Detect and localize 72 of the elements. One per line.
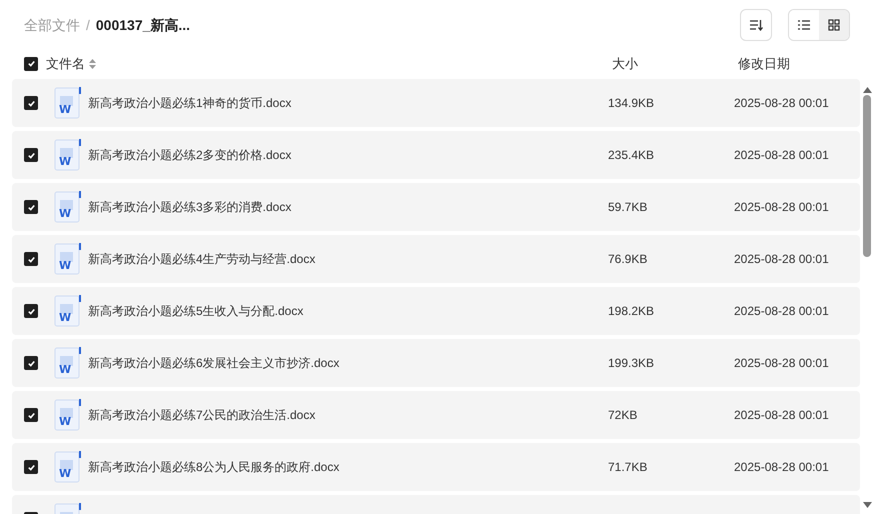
file-row[interactable]: W 新高考政治小题必练1神奇的货币.docx 134.9KB 2025-08-28 00:01 (12, 79, 860, 127)
file-row[interactable]: W 新高考政治小题必练4生产劳动与经营.docx 76.9KB 2025-08-28 00:01 (12, 235, 860, 283)
check-icon (26, 202, 36, 212)
checkbox[interactable] (24, 148, 38, 162)
modified-date: 2025-08-28 00:01 (734, 408, 829, 422)
check-icon (26, 150, 36, 160)
modified-date: 2025-08-28 00:01 (734, 96, 829, 110)
list-icon (798, 20, 810, 30)
file-size: 199.3KB (608, 356, 654, 370)
modified-date: 2025-08-28 00:01 (734, 304, 829, 318)
file-name: 新高考政治小题必练7公民的政治生活.docx (88, 408, 316, 422)
modified-date: 2025-08-28 00:01 (734, 200, 829, 214)
check-icon (26, 98, 36, 108)
file-row[interactable]: W 新高考政治小题必练5生收入与分配.docx 198.2KB 2025-08-28 00:01 (12, 287, 860, 335)
grid-view-button[interactable] (819, 10, 849, 40)
modified-date: 2025-08-28 00:01 (734, 356, 829, 370)
sort-arrows-icon[interactable] (89, 58, 96, 68)
checkbox[interactable] (24, 252, 38, 266)
column-header: 修改日期 (738, 54, 790, 73)
check-icon (26, 306, 36, 316)
check-icon (26, 462, 36, 472)
file-row[interactable]: W 新高考政治小题必练8公为人民服务的政府.docx 71.7KB 2025-08-28 00:01 (12, 443, 860, 491)
word-document-icon: W (54, 451, 82, 483)
file-size: 71.7KB (608, 460, 648, 474)
breadcrumb-separator: / (86, 16, 90, 34)
checkbox[interactable] (24, 96, 38, 110)
checkbox[interactable] (24, 408, 38, 422)
column-header: 文件名 (46, 54, 85, 73)
file-row[interactable]: W 新高考政治小题必练6发展社会主义市抄济.docx 199.3KB 2025-08-28 00:01 (12, 339, 860, 387)
file-size: 198.2KB (608, 304, 654, 318)
word-document-icon: W (54, 295, 82, 327)
file-name: 新高考政治小题必练4生产劳动与经营.docx (88, 252, 316, 266)
file-size: 72KB (608, 408, 638, 422)
file-name: 新高考政治小题必练6发展社会主义市抄济.docx (88, 356, 340, 370)
checkbox[interactable] (24, 304, 38, 318)
check-icon (26, 254, 36, 264)
word-document-icon: W (54, 191, 82, 223)
scroll-down-icon[interactable] (862, 502, 872, 508)
word-document-icon: W (54, 243, 82, 275)
sort-icon (749, 19, 763, 31)
modified-date: 2025-08-28 00:01 (734, 252, 829, 266)
column-header: 大小 (612, 54, 638, 73)
file-name: 新高考政治小题必练8公为人民服务的政府.docx (88, 460, 340, 474)
breadcrumb-item[interactable]: 000137_新高... (96, 14, 190, 36)
word-document-icon: W (54, 399, 82, 431)
file-name: 新高考政治小题必练3多彩的消费.docx (88, 200, 292, 214)
modified-date: 2025-08-28 00:01 (734, 460, 829, 474)
scrollbar-thumb[interactable] (863, 95, 871, 257)
file-name: 新高考政治小题必练5生收入与分配.docx (88, 304, 304, 318)
file-row[interactable]: W 新高考政治小题必练7公民的政治生活.docx 72KB 2025-08-28 00:01 (12, 391, 860, 439)
checkbox[interactable] (24, 200, 38, 214)
grid-icon (828, 19, 840, 31)
file-size: 76.9KB (608, 252, 648, 266)
checkbox[interactable] (24, 460, 38, 474)
modified-date: 2025-08-28 00:01 (734, 148, 829, 162)
file-size: 59.7KB (608, 200, 648, 214)
checkbox[interactable] (24, 56, 38, 70)
file-name: 新高考政治小题必练2多变的价格.docx (88, 148, 292, 162)
file-name: 新高考政治小题必练1神奇的货币.docx (88, 96, 292, 110)
word-document-icon: W (54, 87, 82, 119)
file-size: 134.9KB (608, 96, 654, 110)
sort-button[interactable] (740, 9, 772, 41)
word-document-icon: W (54, 139, 82, 171)
check-icon (26, 358, 36, 368)
check-icon (26, 59, 36, 68)
file-size: 235.4KB (608, 148, 654, 162)
word-document-icon: W (54, 347, 82, 379)
scroll-up-icon[interactable] (862, 87, 872, 93)
file-row[interactable]: W 新高考政治小题必练2多变的价格.docx 235.4KB 2025-08-28 00:01 (12, 131, 860, 179)
checkbox[interactable] (24, 356, 38, 370)
check-icon (26, 410, 36, 420)
file-row[interactable]: W 新高考政治小题必练3多彩的消费.docx 59.7KB 2025-08-28 00:01 (12, 183, 860, 231)
